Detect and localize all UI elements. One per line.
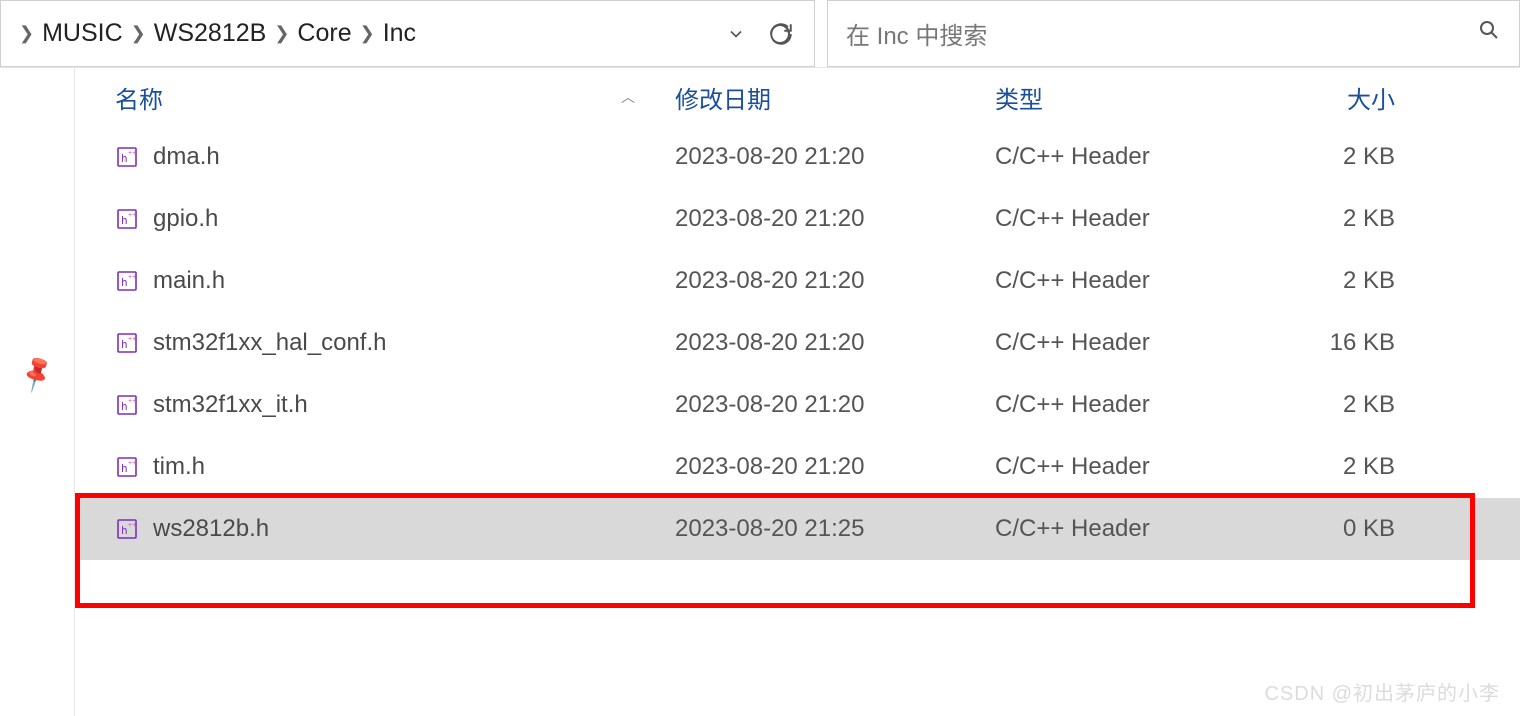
svg-text:h: h [121,524,128,537]
file-name: stm32f1xx_it.h [153,391,308,419]
file-date: 2023-08-20 21:20 [675,205,995,233]
svg-text:h: h [121,338,128,351]
svg-text:h: h [121,276,128,289]
file-size: 0 KB [1265,515,1425,543]
file-type: C/C++ Header [995,453,1265,481]
breadcrumb-item[interactable]: MUSIC [42,19,123,48]
table-row[interactable]: h++ tim.h 2023-08-20 21:20C/C++ Header2 KB [75,436,1520,498]
svg-text:h: h [121,400,128,413]
chevron-right-icon: ❯ [358,23,377,44]
header-file-icon: h++ [115,207,139,231]
svg-text:++: ++ [128,150,136,157]
file-name: dma.h [153,143,220,171]
column-header-size[interactable]: 大小 [1265,80,1425,115]
address-dropdown-button[interactable] [716,24,756,44]
header-file-icon: h++ [115,517,139,541]
top-bar: ❯ MUSIC ❯ WS2812B ❯ Core ❯ Inc 在 Inc 中搜索 [0,0,1520,68]
svg-text:h: h [121,462,128,475]
file-date: 2023-08-20 21:20 [675,267,995,295]
column-header-type[interactable]: 类型 [995,80,1265,115]
file-type: C/C++ Header [995,143,1265,171]
file-size: 2 KB [1265,205,1425,233]
file-name-cell: h++ tim.h [115,453,675,481]
svg-text:++: ++ [128,398,136,405]
file-name-cell: h++ stm32f1xx_it.h [115,391,675,419]
table-row[interactable]: h++ dma.h 2023-08-20 21:20C/C++ Header2 KB [75,126,1520,188]
svg-text:h: h [121,214,128,227]
svg-text:++: ++ [128,460,136,467]
file-type: C/C++ Header [995,205,1265,233]
svg-text:++: ++ [128,522,136,529]
file-name-cell: h++ main.h [115,267,675,295]
file-date: 2023-08-20 21:25 [675,515,995,543]
file-type: C/C++ Header [995,391,1265,419]
breadcrumb-item[interactable]: Core [297,19,351,48]
search-placeholder: 在 Inc 中搜索 [846,16,1477,51]
file-name: ws2812b.h [153,515,269,543]
refresh-button[interactable] [756,21,806,47]
file-name-cell: h++ stm32f1xx_hal_conf.h [115,329,675,357]
svg-text:++: ++ [128,274,136,281]
svg-text:h: h [121,152,128,165]
column-header-date[interactable]: 修改日期 [675,80,995,115]
header-file-icon: h++ [115,331,139,355]
file-date: 2023-08-20 21:20 [675,391,995,419]
file-size: 2 KB [1265,143,1425,171]
table-row[interactable]: h++ stm32f1xx_hal_conf.h 2023-08-20 21:20C… [75,312,1520,374]
file-pane: 名称 ︿ 修改日期 类型 大小 h++dma.h2023-08-20 21:20… [75,68,1520,716]
columns-header: 名称 ︿ 修改日期 类型 大小 [75,68,1520,126]
table-row[interactable]: h++ stm32f1xx_it.h 2023-08-20 21:20C/C++ H… [75,374,1520,436]
breadcrumb-item[interactable]: Inc [383,19,416,48]
file-type: C/C++ Header [995,515,1265,543]
pin-icon[interactable]: 📌 [15,352,59,395]
header-file-icon: h++ [115,393,139,417]
file-name: tim.h [153,453,205,481]
search-input[interactable]: 在 Inc 中搜索 [827,0,1520,67]
search-icon [1477,18,1501,49]
address-bar[interactable]: ❯ MUSIC ❯ WS2812B ❯ Core ❯ Inc [0,0,815,67]
sort-ascending-icon: ︿ [621,87,675,107]
navigation-rail: 📌 [0,68,75,716]
column-header-name[interactable]: 名称 ︿ [115,80,675,115]
file-date: 2023-08-20 21:20 [675,329,995,357]
file-size: 16 KB [1265,329,1425,357]
svg-text:++: ++ [128,336,136,343]
file-name: main.h [153,267,225,295]
file-date: 2023-08-20 21:20 [675,453,995,481]
table-row[interactable]: h++ main.h 2023-08-20 21:20C/C++ Header2 K… [75,250,1520,312]
header-file-icon: h++ [115,455,139,479]
chevron-right-icon: ❯ [17,23,36,44]
svg-text:++: ++ [128,212,136,219]
breadcrumb: ❯ MUSIC ❯ WS2812B ❯ Core ❯ Inc [17,19,716,48]
file-name-cell: h++ gpio.h [115,205,675,233]
file-size: 2 KB [1265,453,1425,481]
file-size: 2 KB [1265,391,1425,419]
file-name-cell: h++ ws2812b.h [115,515,675,543]
file-type: C/C++ Header [995,329,1265,357]
file-name: stm32f1xx_hal_conf.h [153,329,386,357]
chevron-right-icon: ❯ [129,23,148,44]
table-row[interactable]: h++ gpio.h 2023-08-20 21:20C/C++ Header2 K… [75,188,1520,250]
header-file-icon: h++ [115,145,139,169]
table-row[interactable]: h++ ws2812b.h 2023-08-20 21:25C/C++ Header… [75,498,1520,560]
chevron-right-icon: ❯ [272,23,291,44]
watermark: CSDN @初出茅庐的小李 [1264,677,1500,706]
file-name-cell: h++ dma.h [115,143,675,171]
file-name: gpio.h [153,205,218,233]
main-area: 📌 名称 ︿ 修改日期 类型 大小 h++dma.h2023-08-20 21:… [0,68,1520,716]
file-list: h++dma.h2023-08-20 21:20C/C++ Header2 KB… [75,126,1520,560]
file-type: C/C++ Header [995,267,1265,295]
file-size: 2 KB [1265,267,1425,295]
header-file-icon: h++ [115,269,139,293]
file-date: 2023-08-20 21:20 [675,143,995,171]
breadcrumb-item[interactable]: WS2812B [154,19,267,48]
